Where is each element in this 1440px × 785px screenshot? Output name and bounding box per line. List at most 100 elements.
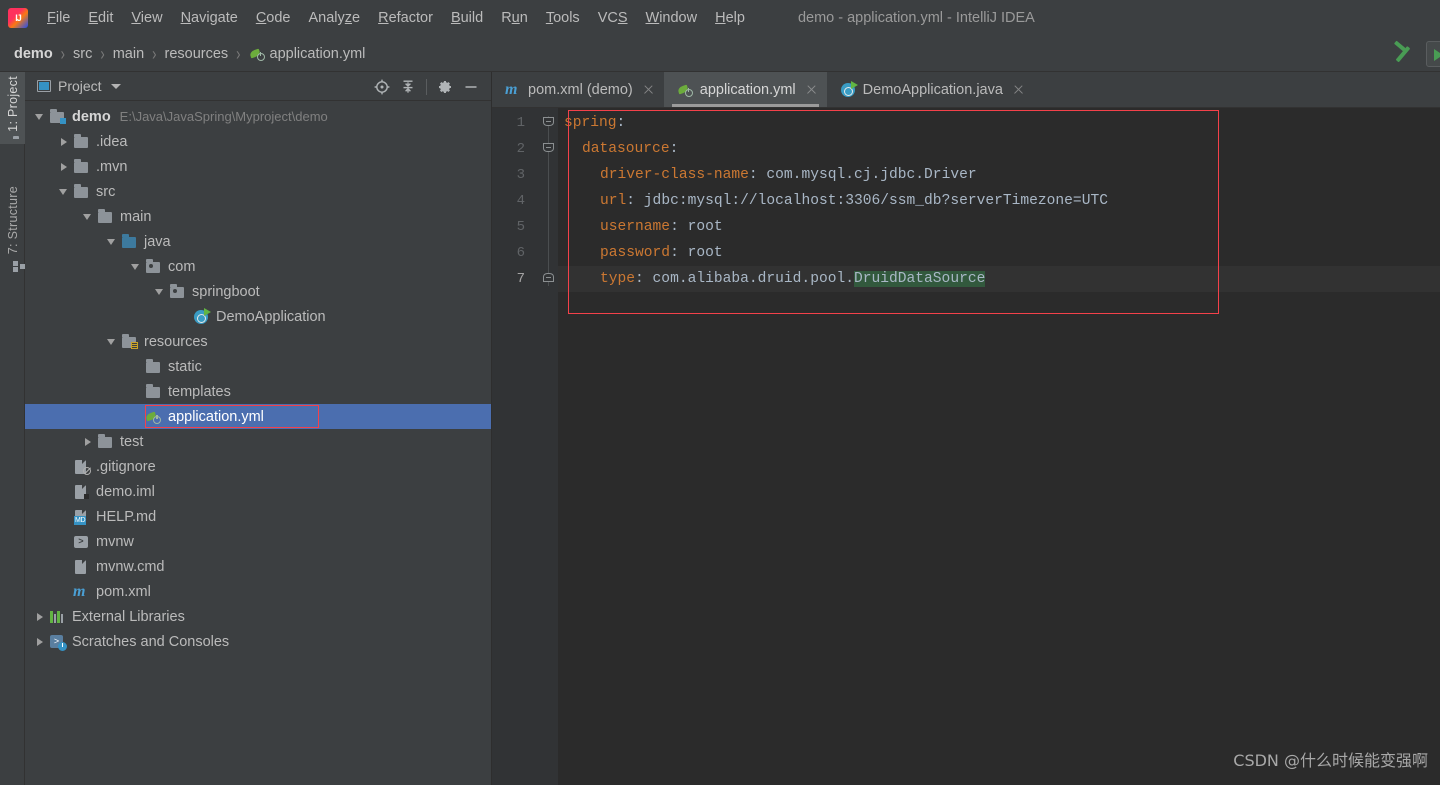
locate-icon[interactable] [370, 75, 394, 99]
code-line: password: root [600, 245, 723, 261]
chevron-right-icon[interactable] [57, 160, 70, 173]
tree-row[interactable]: .gitignore [25, 454, 491, 479]
editor-tab-label: pom.xml (demo) [528, 81, 633, 98]
menu-item-edit[interactable]: Edit [79, 7, 122, 29]
project-panel-actions [370, 72, 483, 101]
tree-row[interactable]: .mvn [25, 154, 491, 179]
chevron-down-icon[interactable] [57, 185, 70, 198]
tree-row[interactable]: DemoApplication [25, 304, 491, 329]
menu-item-refactor[interactable]: Refactor [369, 7, 442, 29]
tree-row-label: com [168, 258, 196, 275]
tree-row[interactable]: demo E:\Java\JavaSpring\Myproject\demo [25, 104, 491, 129]
close-icon[interactable] [1012, 83, 1025, 96]
menu-item-analyze[interactable]: Analyze [300, 7, 370, 29]
close-icon[interactable] [642, 83, 655, 96]
breadcrumb-item-src[interactable]: src [70, 44, 95, 64]
menu-item-tools[interactable]: Tools [537, 7, 589, 29]
external-libraries-icon [49, 609, 66, 625]
tree-row-label: static [168, 358, 202, 375]
tree-row-label: External Libraries [72, 608, 185, 625]
menu-item-file[interactable]: File [38, 7, 79, 29]
editor-tab-pom-xml-demo-[interactable]: m pom.xml (demo) [492, 72, 664, 107]
tree-row[interactable]: java [25, 229, 491, 254]
menu-item-navigate[interactable]: Navigate [172, 7, 247, 29]
intellij-window: FileEditViewNavigateCodeAnalyzeRefactorB… [0, 0, 1440, 785]
menu-item-view[interactable]: View [122, 7, 171, 29]
tree-row[interactable]: m pom.xml [25, 579, 491, 604]
tree-row[interactable]: com [25, 254, 491, 279]
tree-row-label: demo [72, 108, 111, 125]
java-runnable-class-icon [840, 80, 858, 98]
chevron-right-icon[interactable] [81, 435, 94, 448]
tree-row[interactable]: resources [25, 329, 491, 354]
tree-row[interactable]: > mvnw [25, 529, 491, 554]
chevron-down-icon[interactable] [153, 285, 166, 298]
menu-item-build[interactable]: Build [442, 7, 492, 29]
run-button-icon[interactable] [1426, 41, 1440, 67]
folder-icon [73, 158, 90, 175]
breadcrumb-separator: › [100, 42, 105, 65]
maven-pom-icon: m [73, 582, 86, 600]
tree-row[interactable]: External Libraries [25, 604, 491, 629]
fold-marker[interactable] [543, 117, 554, 128]
sidebar-item-structure[interactable]: 7: Structure [0, 182, 25, 273]
navigation-bar: demo › src › main › resources › application.yml [0, 36, 1440, 72]
tree-row-path: E:\Java\JavaSpring\Myproject\demo [119, 109, 328, 124]
tree-row[interactable]: > Scratches and Consoles [25, 629, 491, 654]
chevron-right-icon[interactable] [57, 135, 70, 148]
line-number: 2 [516, 141, 525, 157]
menu-item-code[interactable]: Code [247, 7, 300, 29]
minimize-icon[interactable] [459, 75, 483, 99]
chevron-right-icon[interactable] [33, 635, 46, 648]
gear-icon[interactable] [433, 75, 457, 99]
tree-row-selected[interactable]: application.yml [25, 404, 491, 429]
tree-row[interactable]: main [25, 204, 491, 229]
tree-row-label: .idea [96, 133, 128, 150]
tree-row-label: templates [168, 383, 231, 400]
menu-item-vcs[interactable]: VCS [589, 7, 637, 29]
tree-row[interactable]: static [25, 354, 491, 379]
tree-row[interactable]: templates [25, 379, 491, 404]
tree-row[interactable]: test [25, 429, 491, 454]
chevron-down-icon[interactable] [110, 83, 121, 89]
build-hammer-icon[interactable] [1392, 41, 1418, 67]
breadcrumb-item-demo[interactable]: demo [11, 44, 56, 64]
tree-row[interactable]: MD HELP.md [25, 504, 491, 529]
breadcrumb-item-application-yml[interactable]: application.yml [246, 44, 369, 64]
code-content[interactable]: spring: datasource: driver-class-name: com… [558, 108, 1440, 785]
sidebar-item-project[interactable]: 1: Project [0, 72, 25, 144]
breadcrumb-item-resources[interactable]: resources [161, 44, 231, 64]
editor-gutter[interactable]: 1 2 3 4 5 6 7 [492, 108, 558, 785]
tree-row[interactable]: .idea [25, 129, 491, 154]
close-icon[interactable] [805, 83, 818, 96]
chevron-down-icon[interactable] [129, 260, 142, 273]
breadcrumb-item-main[interactable]: main [110, 44, 147, 64]
chevron-down-icon[interactable] [105, 235, 118, 248]
menu-item-window[interactable]: Window [637, 7, 707, 29]
breadcrumb-separator: › [152, 42, 157, 65]
package-icon [169, 283, 186, 300]
code-editor[interactable]: 1 2 3 4 5 6 7 spring: datasource: driver-class-n… [492, 108, 1440, 785]
tree-row[interactable]: springboot [25, 279, 491, 304]
menu-item-run[interactable]: Run [492, 7, 537, 29]
fold-marker[interactable] [543, 143, 554, 154]
fold-marker[interactable] [543, 273, 554, 284]
chevron-down-icon[interactable] [33, 110, 46, 123]
editor-tab-demoapplication-java[interactable]: DemoApplication.java [827, 72, 1034, 107]
tree-row[interactable]: mvnw.cmd [25, 554, 491, 579]
spring-yaml-icon [676, 82, 694, 98]
chevron-down-icon[interactable] [81, 210, 94, 223]
breadcrumb: demo › src › main › resources › application.yml [11, 42, 369, 65]
chevron-down-icon[interactable] [105, 335, 118, 348]
tree-row[interactable]: src [25, 179, 491, 204]
collapse-all-icon[interactable] [396, 75, 420, 99]
tree-row[interactable]: demo.iml [25, 479, 491, 504]
code-line: url: jdbc:mysql://localhost:3306/ssm_db?… [600, 193, 1108, 209]
menu-item-help[interactable]: Help [706, 7, 754, 29]
editor-tab-application-yml[interactable]: application.yml [663, 72, 827, 107]
chevron-right-icon[interactable] [33, 610, 46, 623]
tree-row-label: java [144, 233, 171, 250]
editor-tab-label: DemoApplication.java [862, 81, 1003, 98]
